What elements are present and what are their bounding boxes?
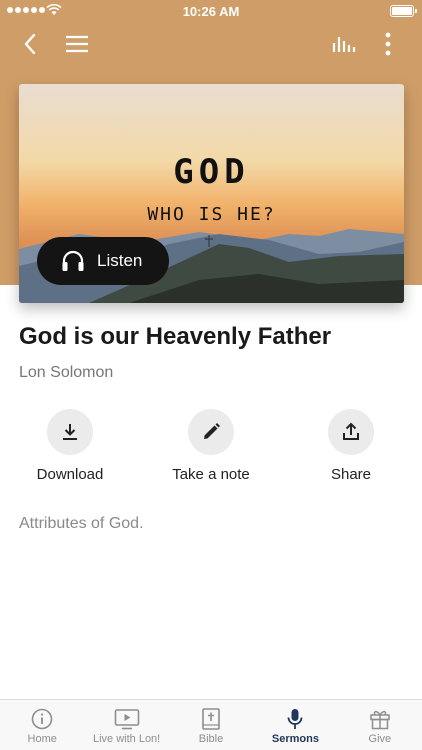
pencil-icon: [204, 423, 220, 439]
share-label: Share: [330, 466, 372, 483]
speaker-name: Lon Solomon: [19, 364, 114, 381]
tab-sermons-label: Sermons: [271, 733, 319, 745]
take-note-label: Take a note: [172, 466, 250, 483]
tab-home[interactable]: Home: [0, 700, 84, 750]
tab-give-label: Give: [368, 733, 392, 745]
tab-bible-label: Bible: [198, 733, 224, 745]
tab-live[interactable]: Live with Lon!: [84, 700, 168, 750]
bible-icon: [202, 708, 220, 730]
take-note-button[interactable]: Take a note: [156, 409, 266, 483]
more-vertical-icon: [385, 32, 391, 56]
listen-label: Listen: [97, 251, 143, 270]
tv-play-icon: [114, 709, 139, 730]
bar-chart-icon: [332, 37, 356, 52]
tab-give[interactable]: Give: [338, 700, 422, 750]
share-button[interactable]: Share: [296, 409, 406, 483]
sermon-title: God is our Heavenly Father: [19, 323, 332, 350]
info-icon: [31, 708, 53, 730]
headphones-icon: [62, 250, 84, 271]
stats-button[interactable]: [328, 28, 360, 60]
share-circle: [328, 409, 374, 455]
nav-bar: [0, 24, 422, 64]
status-bar: 10:26 AM: [0, 0, 422, 22]
artwork-title: GOD: [173, 152, 250, 192]
battery-icon: [390, 5, 417, 17]
take-note-circle: [188, 409, 234, 455]
tab-bar: Home Live with Lon! Bible Sermons Give: [0, 699, 422, 750]
microphone-icon: [288, 709, 303, 729]
chevron-left-icon: [24, 33, 36, 55]
download-circle: [47, 409, 93, 455]
status-time: 10:26 AM: [182, 4, 240, 19]
tab-sermons[interactable]: Sermons: [253, 700, 337, 750]
download-label: Download: [36, 466, 104, 483]
more-options-button[interactable]: [372, 28, 404, 60]
tab-live-label: Live with Lon!: [92, 733, 161, 745]
download-icon: [63, 424, 77, 440]
share-icon: [343, 422, 359, 440]
tab-home-label: Home: [27, 733, 57, 745]
menu-button[interactable]: [61, 28, 93, 60]
listen-button[interactable]: Listen: [37, 237, 169, 285]
tab-bible[interactable]: Bible: [169, 700, 253, 750]
artwork-subtitle: WHO IS HE?: [147, 204, 276, 225]
back-button[interactable]: [14, 28, 46, 60]
sermon-artwork: GOD WHO IS HE? Listen: [19, 84, 404, 303]
sermon-description: Attributes of God.: [19, 515, 144, 532]
hamburger-icon: [66, 35, 88, 53]
gift-icon: [370, 710, 390, 730]
download-button[interactable]: Download: [15, 409, 125, 483]
